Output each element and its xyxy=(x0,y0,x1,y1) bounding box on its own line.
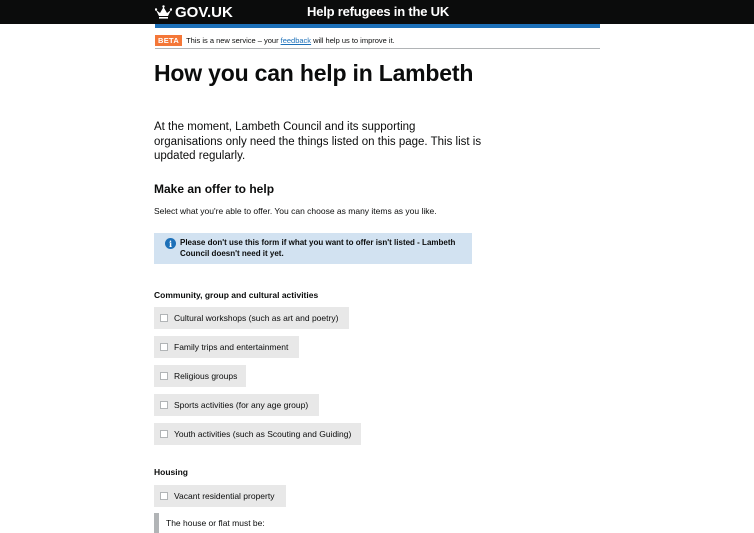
feedback-link[interactable]: feedback xyxy=(281,36,311,45)
header-blue-rule xyxy=(155,24,600,28)
checkbox-family-trips[interactable]: Family trips and entertainment xyxy=(154,336,299,358)
conditional-bar xyxy=(154,513,159,533)
checkbox-label: Sports activities (for any age group) xyxy=(174,400,309,410)
service-name-link[interactable]: Help refugees in the UK xyxy=(307,4,449,19)
checkbox-box[interactable] xyxy=(160,343,168,351)
page-title: How you can help in Lambeth xyxy=(154,60,474,86)
beta-tag: BETA xyxy=(155,34,183,46)
checkbox-label: Family trips and entertainment xyxy=(174,342,289,352)
checkbox-label: Cultural workshops (such as art and poet… xyxy=(174,313,339,323)
crown-icon xyxy=(155,5,172,19)
legend-housing: Housing xyxy=(154,467,188,477)
conditional-text: The house or flat must be: xyxy=(166,518,265,528)
checkbox-label: Vacant residential property xyxy=(174,491,275,501)
site-header: GOV.UK Help refugees in the UK xyxy=(0,0,754,24)
checkbox-sports-activities[interactable]: Sports activities (for any age group) xyxy=(154,394,319,416)
checkbox-box[interactable] xyxy=(160,372,168,380)
phase-text-after: will help us to improve it. xyxy=(313,35,395,45)
checkbox-box[interactable] xyxy=(160,314,168,322)
legend-community: Community, group and cultural activities xyxy=(154,290,319,300)
hint-text: Select what you're able to offer. You ca… xyxy=(154,206,437,216)
checkbox-vacant-property[interactable]: Vacant residential property xyxy=(154,485,286,507)
govuk-logo-link[interactable]: GOV.UK xyxy=(155,3,233,21)
logo-text: GOV.UK xyxy=(175,3,233,21)
info-icon: i xyxy=(165,238,176,249)
phase-banner-divider xyxy=(155,48,600,49)
checkbox-box[interactable] xyxy=(160,401,168,409)
checkbox-box[interactable] xyxy=(160,430,168,438)
checkbox-youth-activities[interactable]: Youth activities (such as Scouting and G… xyxy=(154,423,361,445)
conditional-reveal: The house or flat must be: xyxy=(154,513,314,533)
phase-text-before: This is a new service – your xyxy=(186,35,279,45)
checkbox-box[interactable] xyxy=(160,492,168,500)
section-heading: Make an offer to help xyxy=(154,182,275,196)
info-notice: i Please don't use this form if what you… xyxy=(154,233,472,264)
checkbox-label: Youth activities (such as Scouting and G… xyxy=(174,429,352,439)
checkbox-cultural-workshops[interactable]: Cultural workshops (such as art and poet… xyxy=(154,307,349,329)
checkbox-religious-groups[interactable]: Religious groups xyxy=(154,365,246,387)
notice-text: Please don't use this form if what you w… xyxy=(180,238,456,258)
lead-paragraph: At the moment, Lambeth Council and its s… xyxy=(154,121,482,162)
checkbox-label: Religious groups xyxy=(174,371,238,381)
phase-banner: BETA This is a new service – your feedba… xyxy=(155,33,600,47)
